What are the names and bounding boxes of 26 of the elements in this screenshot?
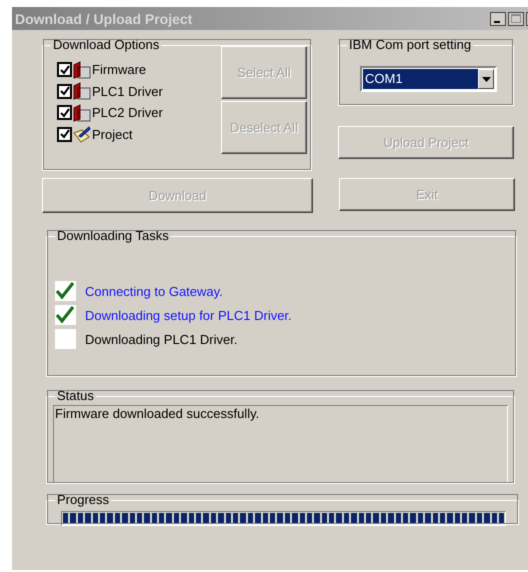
option-label: PLC1 Driver — [92, 84, 163, 99]
status-text: Firmware downloaded successfully. — [53, 405, 508, 483]
checkbox[interactable] — [57, 105, 72, 120]
task-label: Downloading PLC1 Driver. — [85, 332, 238, 346]
window-title: Download / Upload Project — [15, 10, 192, 26]
checkbox[interactable] — [57, 126, 72, 142]
option-label: PLC2 Driver — [92, 105, 163, 120]
com-port-dropdown[interactable]: COM1 — [360, 66, 497, 92]
group-title: Progress — [56, 493, 110, 507]
book-icon — [73, 60, 91, 79]
maximize-icon[interactable] — [508, 12, 524, 26]
dropdown-arrow-icon — [482, 76, 490, 82]
book-icon — [73, 104, 91, 122]
notepad-pencil-icon — [73, 125, 91, 144]
group-title: Download Options — [52, 38, 160, 52]
task-label: Connecting to Gateway. — [85, 284, 223, 298]
group-title: Downloading Tasks — [56, 229, 170, 243]
group-title: IBM Com port setting — [348, 38, 472, 52]
group-title: Status — [56, 389, 95, 403]
option-label: Firmware — [92, 62, 146, 78]
option-label: Project — [92, 126, 132, 142]
checkbox[interactable] — [57, 84, 72, 99]
checkbox[interactable] — [57, 62, 72, 78]
minimize-icon[interactable] — [490, 12, 506, 26]
task-label: Downloading setup for PLC1 Driver. — [85, 308, 292, 322]
book-icon — [73, 82, 91, 100]
